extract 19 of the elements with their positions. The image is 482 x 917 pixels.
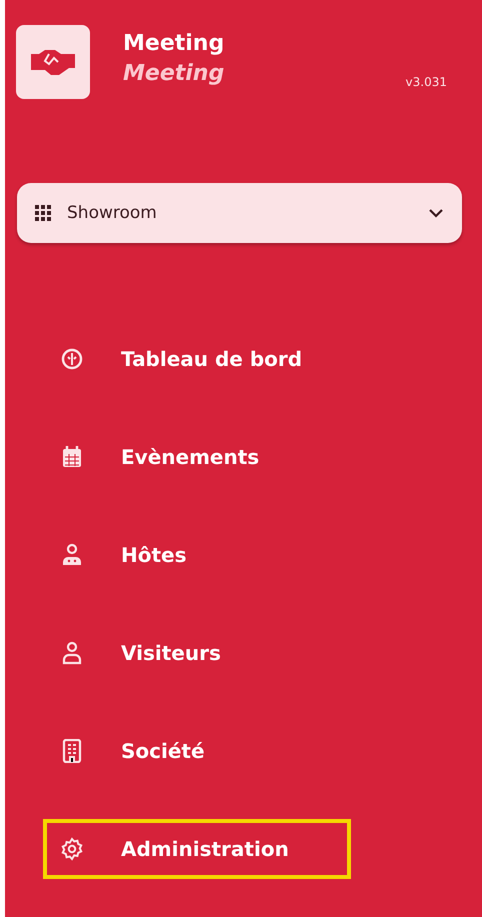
person-icon bbox=[61, 641, 83, 665]
nav-item[interactable]: Visiteurs bbox=[43, 623, 351, 683]
app-title: Meeting bbox=[123, 30, 224, 58]
nav-item[interactable]: Administration bbox=[43, 819, 351, 879]
grid-icon bbox=[35, 205, 51, 221]
calendar-icon bbox=[62, 446, 82, 468]
handshake-icon bbox=[31, 48, 75, 76]
app-subtitle: Meeting bbox=[123, 60, 224, 88]
settings-icon bbox=[60, 837, 84, 861]
nav-item[interactable]: Hôtes bbox=[43, 525, 351, 585]
nav-item[interactable]: Société bbox=[43, 721, 351, 781]
gauge-icon bbox=[61, 348, 83, 370]
person-icon bbox=[61, 543, 83, 567]
chevron-down-icon bbox=[428, 208, 444, 218]
workspace-dropdown[interactable]: Showroom bbox=[17, 183, 462, 243]
building-icon bbox=[62, 739, 82, 763]
version-label: v3.031 bbox=[406, 75, 447, 89]
nav-item[interactable]: Tableau de bord bbox=[43, 329, 351, 389]
nav-item[interactable]: Evènements bbox=[43, 427, 351, 487]
